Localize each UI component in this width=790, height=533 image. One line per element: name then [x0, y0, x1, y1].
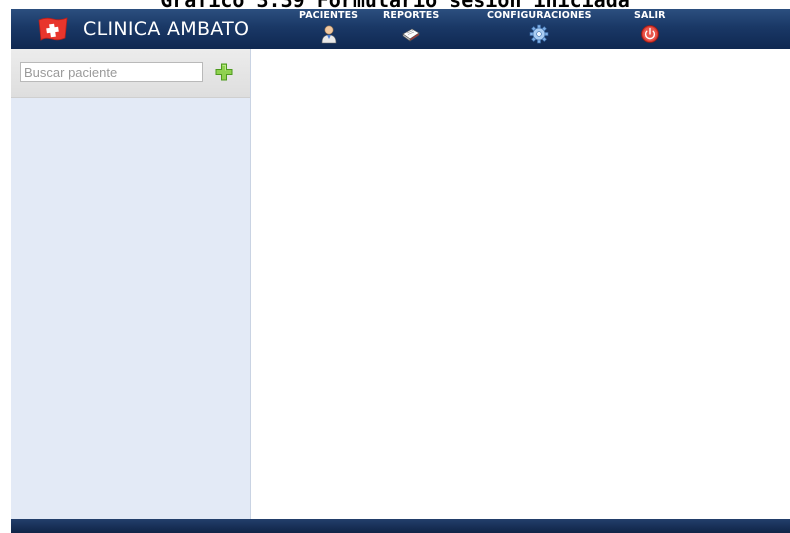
nav-salir[interactable]: SALIR — [634, 10, 666, 48]
main-content-area — [251, 49, 790, 519]
clinic-logo-icon — [38, 17, 68, 41]
nav-configuraciones[interactable]: CONFIGURACIONES — [487, 10, 592, 48]
nav-configuraciones-label: CONFIGURACIONES — [487, 10, 592, 21]
search-bar — [11, 49, 250, 98]
reports-icon — [402, 28, 420, 42]
patient-icon — [321, 25, 336, 44]
patient-sidebar — [11, 49, 251, 519]
top-navigation-bar: CLINICA AMBATO PACIENTES REPORTES CONFIG… — [11, 9, 790, 49]
search-patient-input[interactable] — [20, 62, 203, 82]
document-caption: Gráfico 3.39 Formulario sesión iniciada — [0, 0, 790, 9]
settings-gear-icon — [529, 24, 549, 44]
nav-salir-label: SALIR — [634, 10, 666, 21]
power-icon — [640, 25, 659, 43]
brand[interactable]: CLINICA AMBATO — [37, 11, 249, 47]
app-title: CLINICA AMBATO — [83, 18, 250, 40]
footer-bar — [11, 519, 790, 533]
nav-reportes-label: REPORTES — [383, 10, 440, 21]
nav-reportes[interactable]: REPORTES — [383, 10, 439, 48]
add-patient-icon[interactable] — [215, 63, 233, 81]
nav-pacientes-label: PACIENTES — [299, 10, 359, 21]
nav-pacientes[interactable]: PACIENTES — [299, 10, 358, 48]
app-window: CLINICA AMBATO PACIENTES REPORTES CONFIG… — [11, 9, 790, 533]
